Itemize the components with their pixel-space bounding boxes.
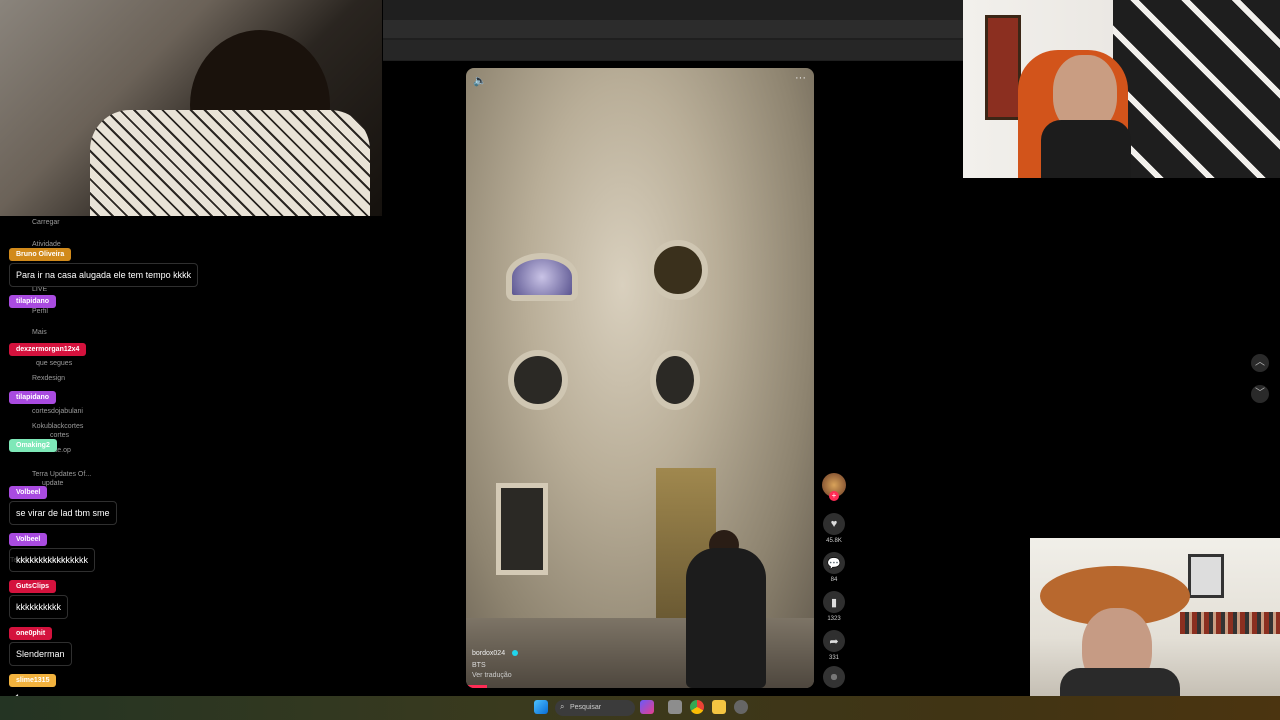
chat-username-badge[interactable]: slime1315: [9, 674, 57, 687]
chat-message: tilapidano: [9, 386, 57, 404]
search-icon: ⌕: [560, 702, 565, 711]
streamer-webcam-right: [963, 0, 1280, 178]
chat-username-badge[interactable]: dexzermorgan12x4: [9, 343, 87, 356]
sidebar-ghost-label: Kokublackcortes: [32, 423, 84, 430]
browser-address-bar[interactable]: [383, 40, 963, 60]
share-count: 331: [828, 655, 839, 661]
share-icon[interactable]: ➦: [823, 630, 845, 652]
chat-message: Bruno Oliveira Para ir na casa alugada el…: [9, 243, 199, 287]
video-caption: BTS: [472, 662, 486, 669]
follow-plus-icon[interactable]: +: [829, 491, 839, 501]
chrome-icon[interactable]: [690, 700, 704, 714]
music-disc-icon[interactable]: [823, 666, 845, 688]
video-round-window-1: [508, 350, 568, 410]
chat-username-badge[interactable]: Omaking2: [9, 439, 57, 452]
streamer-webcam-left: [0, 0, 382, 216]
share-action[interactable]: ➦ 331: [822, 630, 846, 661]
save-action[interactable]: ▮ 1323: [822, 591, 846, 622]
sidebar-ghost-label: cortesdojabulani: [32, 408, 83, 415]
chat-message: GutsClips kkkkkkkkkk: [9, 575, 68, 619]
heart-icon[interactable]: ♥: [823, 513, 845, 535]
chat-username-badge[interactable]: one0phit: [9, 627, 53, 640]
chevron-up-icon[interactable]: ︿: [1251, 354, 1269, 372]
save-count: 1323: [827, 616, 841, 622]
chat-username-badge[interactable]: GutsClips: [9, 580, 57, 593]
sidebar-ghost-label: Perfil: [32, 308, 48, 315]
verified-icon: [512, 650, 518, 656]
browser-tab-strip: [383, 20, 963, 38]
sidebar-ghost-label: Carregar: [32, 219, 60, 226]
speaker-icon[interactable]: 🔈: [473, 74, 487, 87]
taskbar-search[interactable]: Pesquisar: [555, 700, 635, 716]
video-username[interactable]: bordox024: [472, 650, 505, 657]
sidebar-ghost-label: Terra Updates Of...: [32, 471, 92, 478]
more-dots-icon[interactable]: ···: [795, 72, 806, 84]
comment-count: 84: [830, 577, 838, 583]
chat-username-badge[interactable]: Volbeel: [9, 533, 48, 546]
chat-message: Volbeel se virar de lad tbm sme: [9, 481, 117, 525]
chat-message: dexzermorgan12x4: [9, 338, 87, 356]
chat-username-badge[interactable]: tilapidano: [9, 295, 57, 308]
chat-username-badge[interactable]: tilapidano: [9, 391, 57, 404]
chat-message: Omaking2: [9, 434, 57, 452]
video-rect-window: [496, 483, 548, 575]
chevron-down-icon[interactable]: ﹀: [1251, 385, 1269, 403]
sidebar-ghost-label: Rexdesign: [32, 375, 66, 382]
settings-icon[interactable]: [734, 700, 748, 714]
task-view-icon[interactable]: [668, 700, 682, 714]
folder-icon[interactable]: [712, 700, 726, 714]
video-progress-bar[interactable]: [466, 685, 487, 688]
translate-link[interactable]: Ver tradução: [472, 672, 512, 679]
chat-username-badge[interactable]: Volbeel: [9, 486, 48, 499]
bookmark-icon[interactable]: ▮: [823, 591, 845, 613]
chat-username-badge[interactable]: Bruno Oliveira: [9, 248, 72, 261]
streamer-webcam-bottom-right: [1030, 538, 1280, 720]
chat-message-text: kkkkkkkkkkkkkkkk: [9, 548, 95, 572]
sidebar-ghost-label: que segues: [36, 360, 73, 367]
chat-message: tilapidano: [9, 290, 57, 308]
chat-message-text: Para ir na casa alugada ele tem tempo kk…: [9, 263, 199, 287]
chat-message-text: se virar de lad tbm sme: [9, 501, 117, 525]
video-player[interactable]: 🔈 ··· bordox024 BTS Ver tradução: [466, 68, 814, 688]
chat-message-text: Slenderman: [9, 642, 72, 666]
chat-message: Volbeel kkkkkkkkkkkkkkkk: [9, 528, 95, 572]
like-count: 45.8K: [826, 538, 842, 544]
like-action[interactable]: ♥ 45.8K: [822, 513, 846, 544]
video-window-right: [648, 240, 708, 300]
sidebar-ghost-label: Mais: [32, 329, 47, 336]
video-person: [686, 548, 766, 688]
video-round-window-2: [650, 350, 700, 410]
comment-icon[interactable]: 💬: [823, 552, 845, 574]
widgets-icon[interactable]: [640, 700, 654, 714]
chat-message: one0phit Slenderman: [9, 622, 72, 666]
comment-action[interactable]: 💬 84: [822, 552, 846, 583]
video-window-left: [506, 253, 578, 301]
chat-message-text: kkkkkkkkkk: [9, 595, 68, 619]
windows-start-icon[interactable]: [534, 700, 548, 714]
